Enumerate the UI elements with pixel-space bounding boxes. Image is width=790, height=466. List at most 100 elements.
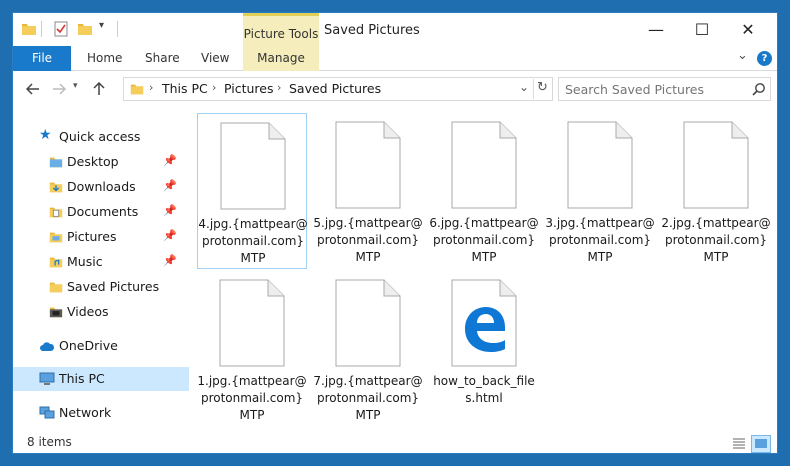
videos-folder-icon xyxy=(49,307,63,318)
status-bar: 8 items xyxy=(13,433,777,453)
nav-onedrive-label: OneDrive xyxy=(59,338,118,353)
breadcrumb-separator[interactable]: › xyxy=(277,81,281,94)
ribbon-tabs: File Home Share View Manage ⌄ ? xyxy=(13,46,777,71)
breadcrumb-saved-pictures[interactable]: Saved Pictures xyxy=(289,81,381,96)
tab-file[interactable]: File xyxy=(13,46,71,71)
file-name: 2.jpg.{mattpear@ protonmail.com} MTP xyxy=(661,216,771,264)
explorer-window: ▾ Picture Tools Saved Pictures — ☐ ✕ Fil… xyxy=(12,12,778,454)
address-bar[interactable]: › This PC › Pictures › Saved Pictures ⌄ … xyxy=(123,77,553,101)
sidebar-item-pictures[interactable]: Pictures 📌 xyxy=(13,225,189,249)
file-item[interactable]: 1.jpg.{mattpear@ protonmail.com} MTP xyxy=(197,271,307,427)
nav-quick-access[interactable]: ★ Quick access xyxy=(13,125,189,149)
pictures-folder-icon xyxy=(49,232,63,243)
large-icons-view-icon[interactable] xyxy=(751,435,771,453)
sidebar-item-videos[interactable]: Videos xyxy=(13,300,189,324)
maximize-button[interactable]: ☐ xyxy=(679,13,725,46)
title-bar: ▾ Picture Tools Saved Pictures — ☐ ✕ xyxy=(13,13,777,59)
blank-document-icon xyxy=(220,122,286,210)
nav-this-pc[interactable]: This PC xyxy=(13,367,189,391)
blank-document-icon xyxy=(335,121,401,209)
file-name: 4.jpg.{mattpear@ protonmail.com} MTP xyxy=(198,217,308,265)
quick-access-toolbar-dropdown[interactable]: ▾ xyxy=(99,20,104,31)
back-button[interactable] xyxy=(21,78,45,100)
up-button[interactable] xyxy=(87,78,111,100)
tab-share[interactable]: Share xyxy=(145,46,180,71)
arrow-right-icon xyxy=(53,83,67,95)
folder-icon xyxy=(130,84,144,95)
file-list: 4.jpg.{mattpear@ protonmail.com} MTP 5.jpg… xyxy=(189,113,777,433)
sidebar-item-desktop[interactable]: Desktop 📌 xyxy=(13,150,189,174)
sidebar-item-label: Desktop xyxy=(67,154,119,169)
folder-icon xyxy=(49,282,63,293)
sidebar-item-label: Downloads xyxy=(67,179,136,194)
nav-onedrive[interactable]: OneDrive xyxy=(13,334,189,358)
sidebar-item-downloads[interactable]: Downloads 📌 xyxy=(13,175,189,199)
sidebar-item-label: Music xyxy=(67,254,103,269)
sidebar-item-label: Documents xyxy=(67,204,139,219)
file-item[interactable]: 2.jpg.{mattpear@ protonmail.com} MTP xyxy=(661,113,771,269)
new-folder-icon[interactable] xyxy=(77,21,93,37)
sidebar-item-documents[interactable]: Documents 📌 xyxy=(13,200,189,224)
forward-button[interactable] xyxy=(47,78,71,100)
minimize-button[interactable]: — xyxy=(633,13,679,46)
file-item[interactable]: how_to_back_file s.html xyxy=(429,271,539,427)
file-name: 6.jpg.{mattpear@ protonmail.com} MTP xyxy=(429,216,539,264)
file-item[interactable]: 7.jpg.{mattpear@ protonmail.com} MTP xyxy=(313,271,423,427)
music-folder-icon xyxy=(49,257,63,268)
file-name: 7.jpg.{mattpear@ protonmail.com} MTP xyxy=(313,374,423,422)
blank-document-icon xyxy=(335,279,401,367)
item-count: 8 items xyxy=(27,435,72,449)
details-view-icon[interactable] xyxy=(729,435,749,453)
recent-locations-dropdown[interactable]: ▾ xyxy=(73,81,78,91)
refresh-button[interactable]: ↻ xyxy=(537,80,548,95)
file-name: 1.jpg.{mattpear@ protonmail.com} MTP xyxy=(197,374,307,422)
file-item[interactable]: 6.jpg.{mattpear@ protonmail.com} MTP xyxy=(429,113,539,269)
navigation-pane: ★ Quick access Desktop 📌 Downloads 📌 Doc… xyxy=(13,113,189,433)
search-box[interactable] xyxy=(558,77,771,101)
pin-icon[interactable]: 📌 xyxy=(163,154,177,167)
blank-document-icon xyxy=(683,121,749,209)
arrow-up-icon xyxy=(93,81,105,95)
pin-icon[interactable]: 📌 xyxy=(163,229,177,242)
sidebar-item-label: Pictures xyxy=(67,229,117,244)
expand-ribbon-button[interactable]: ⌄ xyxy=(737,48,748,63)
file-name: how_to_back_file s.html xyxy=(433,374,535,405)
address-dropdown-button[interactable]: ⌄ xyxy=(519,80,529,94)
documents-folder-icon xyxy=(49,207,63,218)
sidebar-item-music[interactable]: Music 📌 xyxy=(13,250,189,274)
computer-icon xyxy=(39,372,55,385)
pin-icon[interactable]: 📌 xyxy=(163,204,177,217)
nav-this-pc-label: This PC xyxy=(59,371,105,386)
file-name: 3.jpg.{mattpear@ protonmail.com} MTP xyxy=(545,216,655,264)
breadcrumb-separator[interactable]: › xyxy=(149,81,153,94)
nav-quick-access-label: Quick access xyxy=(59,129,141,144)
file-name: 5.jpg.{mattpear@ protonmail.com} MTP xyxy=(313,216,423,264)
picture-tools-label: Picture Tools xyxy=(243,27,319,41)
file-item[interactable]: 3.jpg.{mattpear@ protonmail.com} MTP xyxy=(545,113,655,269)
downloads-folder-icon xyxy=(49,182,63,193)
search-icon[interactable] xyxy=(752,82,766,96)
network-icon xyxy=(39,406,55,419)
pin-icon[interactable]: 📌 xyxy=(163,254,177,267)
file-item[interactable]: 4.jpg.{mattpear@ protonmail.com} MTP xyxy=(197,113,308,269)
tab-manage[interactable]: Manage xyxy=(243,46,319,71)
folder-icon xyxy=(22,24,36,35)
tab-view[interactable]: View xyxy=(201,46,229,71)
file-item[interactable]: 5.jpg.{mattpear@ protonmail.com} MTP xyxy=(313,113,423,269)
tab-home[interactable]: Home xyxy=(87,46,122,71)
address-row: ▾ › This PC › Pictures › Saved Pictures … xyxy=(13,71,777,107)
close-button[interactable]: ✕ xyxy=(725,13,771,46)
cloud-icon xyxy=(40,342,55,351)
breadcrumb-this-pc[interactable]: This PC xyxy=(162,81,208,96)
search-input[interactable] xyxy=(565,81,745,98)
sidebar-item-saved-pictures[interactable]: Saved Pictures xyxy=(13,275,189,299)
nav-network[interactable]: Network xyxy=(13,401,189,425)
pin-icon[interactable]: 📌 xyxy=(163,179,177,192)
desktop-folder-icon xyxy=(49,157,63,168)
breadcrumb-pictures[interactable]: Pictures xyxy=(224,81,274,96)
properties-icon[interactable] xyxy=(53,21,69,37)
blank-document-icon xyxy=(567,121,633,209)
arrow-left-icon xyxy=(25,83,39,95)
help-button[interactable]: ? xyxy=(757,51,772,66)
breadcrumb-separator[interactable]: › xyxy=(212,81,216,94)
